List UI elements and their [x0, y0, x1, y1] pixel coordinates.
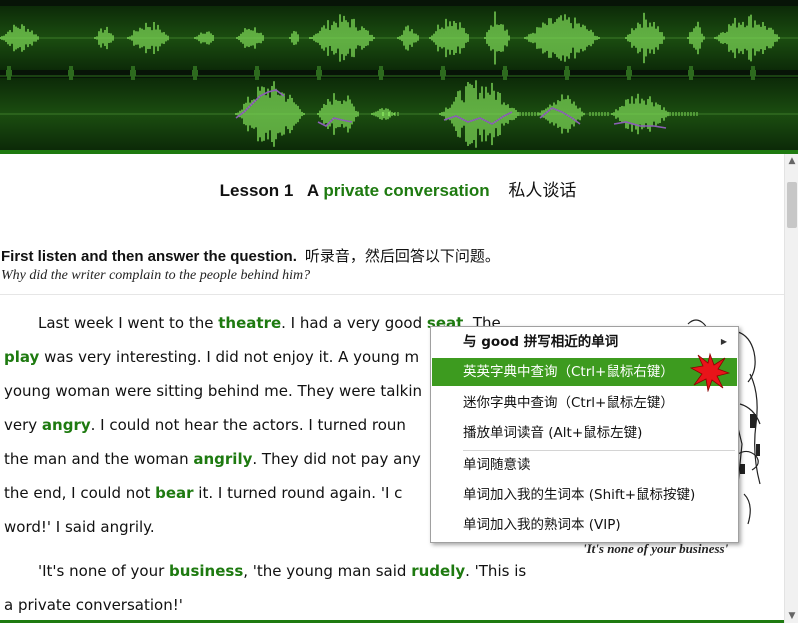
text-segment: Last week I went to the: [38, 314, 219, 332]
tick-mark: [7, 66, 11, 80]
text-line: play was very interesting. I did not enj…: [4, 348, 419, 366]
menu-item-label: 单词加入我的生词本 (Shift+鼠标按键): [463, 487, 696, 503]
keyword-link[interactable]: business: [169, 562, 243, 580]
scroll-up-icon[interactable]: ▲: [785, 154, 798, 168]
vertical-scrollbar[interactable]: ▲ ▼: [784, 154, 798, 623]
text-segment: . They did not pay any: [252, 450, 421, 468]
keyword-link[interactable]: theatre: [218, 314, 281, 332]
keyword-link[interactable]: play: [4, 348, 39, 366]
illustration-caption: 'It's none of your business': [583, 541, 729, 556]
menu-item-label: 单词随意读: [463, 457, 531, 473]
text-segment: it. I turned round again. 'I c: [193, 484, 403, 502]
lesson-title-cn: 私人谈话: [508, 181, 577, 200]
keyword-link[interactable]: rudely: [411, 562, 465, 580]
divider: [0, 294, 784, 295]
scrollbar-thumb[interactable]: [787, 182, 797, 228]
question-text: Why did the writer complain to the peopl…: [1, 268, 311, 283]
text-segment: 'It's none of your: [38, 562, 170, 580]
menu-item-label: 播放单词读音 (Alt+鼠标左键): [463, 425, 643, 441]
scroll-down-icon[interactable]: ▼: [785, 609, 798, 623]
tick-mark: [193, 66, 197, 80]
burst-icon: [690, 352, 730, 392]
menu-item-read-word[interactable]: 单词随意读: [432, 451, 737, 479]
text-segment: word!' I said angrily.: [4, 518, 155, 536]
tick-mark: [441, 66, 445, 80]
text-line: very angry. I could not hear the actors.…: [4, 416, 406, 434]
text-segment: . I could not hear the actors. I turned …: [90, 416, 406, 434]
tick-mark: [689, 66, 693, 80]
tick-mark: [627, 66, 631, 80]
menu-item-label: 英英字典中查询（Ctrl+鼠标右键）: [463, 364, 674, 380]
keyword-link[interactable]: bear: [155, 484, 193, 502]
lesson-title: Lesson 1 A private conversation 私人谈话: [0, 176, 784, 201]
tick-mark: [255, 66, 259, 80]
text-segment: , 'the young man said: [243, 562, 412, 580]
text-segment: very: [4, 416, 42, 434]
text-line: the man and the woman angrily. They did …: [4, 450, 421, 468]
keyword-link[interactable]: angrily: [193, 450, 252, 468]
text-segment: . I had a very good: [281, 314, 427, 332]
lesson-label: Lesson 1: [219, 181, 294, 200]
menu-item-play-pronunciation[interactable]: 播放单词读音 (Alt+鼠标左键): [432, 419, 737, 447]
tick-mark: [751, 66, 755, 80]
menu-item-label: 与 good 拼写相近的单词: [463, 334, 619, 350]
text-line: the end, I could not bear it. I turned r…: [4, 484, 402, 502]
tick-mark: [317, 66, 321, 80]
text-segment: a private conversation!': [4, 596, 183, 614]
text-segment: the end, I could not: [4, 484, 156, 502]
question-bold: First listen and then answer the questio…: [1, 248, 297, 265]
menu-item-label: 单词加入我的熟词本 (VIP): [463, 517, 621, 533]
menu-item-add-known-words[interactable]: 单词加入我的熟词本 (VIP): [432, 511, 737, 539]
menu-item-mini-dictionary[interactable]: 迷你字典中查询（Ctrl+鼠标左键）: [432, 389, 737, 417]
lesson-title-en[interactable]: private conversation: [323, 181, 489, 200]
text-segment: was very interesting. I did not enjoy it…: [39, 348, 420, 366]
text-line: young woman were sitting behind me. They…: [4, 382, 422, 400]
text-line: a private conversation!': [4, 596, 183, 614]
audio-waveform[interactable]: [0, 0, 798, 154]
text-segment: . 'This is: [465, 562, 527, 580]
menu-item-add-new-words[interactable]: 单词加入我的生词本 (Shift+鼠标按键): [432, 481, 737, 509]
keyword-link[interactable]: angry: [42, 416, 91, 434]
menu-item-label: 迷你字典中查询（Ctrl+鼠标左键）: [463, 395, 674, 411]
question-heading: First listen and then answer the questio…: [1, 245, 500, 266]
tick-mark: [131, 66, 135, 80]
text-segment: the man and the woman: [4, 450, 194, 468]
tick-mark: [503, 66, 507, 80]
text-line: word!' I said angrily.: [4, 518, 155, 536]
text-segment: young woman were sitting behind me. They…: [4, 382, 422, 400]
lesson-letter: A: [306, 181, 319, 200]
question-cn: 听录音，然后回答以下问题。: [304, 248, 500, 265]
tick-mark: [565, 66, 569, 80]
tick-mark: [379, 66, 383, 80]
tick-mark: [69, 66, 73, 80]
text-line: 'It's none of your business, 'the young …: [38, 562, 526, 580]
